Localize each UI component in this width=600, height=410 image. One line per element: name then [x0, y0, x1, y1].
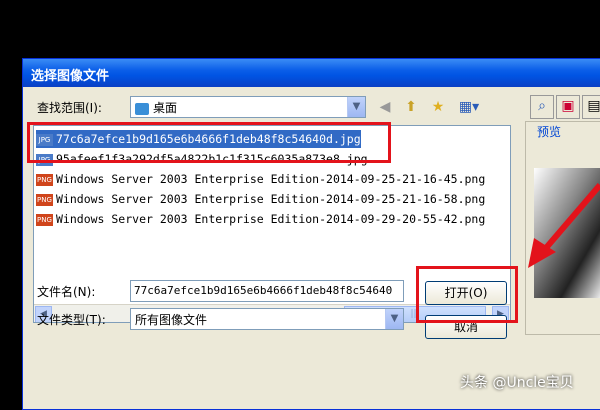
- watermark: 头条 @Uncle宝贝: [460, 375, 574, 391]
- annotation-arrow: [528, 183, 600, 268]
